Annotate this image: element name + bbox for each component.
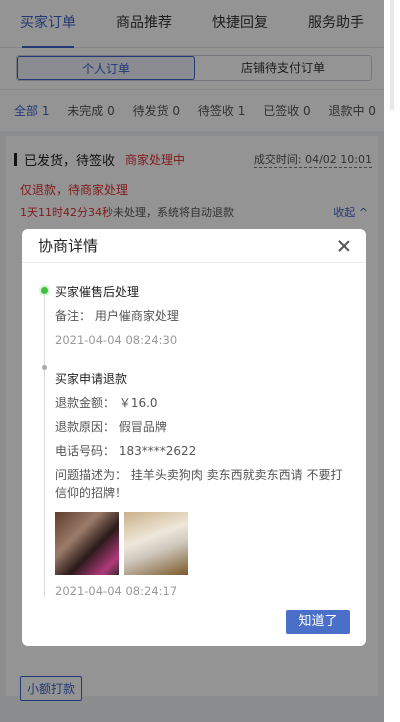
event-time: 2021-04-04 08:24:30: [55, 333, 178, 347]
refund-amount: 退款金额： ￥16.0: [55, 396, 158, 410]
phone-number: 电话号码： 183****2622: [55, 444, 197, 458]
close-icon[interactable]: [336, 238, 352, 254]
evidence-image[interactable]: [55, 512, 119, 575]
refund-reason: 退款原因： 假冒品牌: [55, 420, 167, 434]
timeline-event-refund: 买家申请退款 退款金额： ￥16.0 退款原因： 假冒品牌 电话号码： 183*…: [55, 370, 350, 598]
timeline: 买家催售后处理 备注： 用户催商家处理 2021-04-04 08:24:30 …: [22, 263, 366, 598]
event-title: 买家申请退款: [55, 372, 128, 386]
timeline-event-urge: 买家催售后处理 备注： 用户催商家处理 2021-04-04 08:24:30: [55, 283, 350, 347]
event-time: 2021-04-04 08:24:17: [55, 584, 178, 598]
problem-description: 问题描述为： 挂羊头卖狗肉 卖东西就卖东西请 不要打信仰的招牌！: [55, 468, 343, 500]
negotiation-modal: 协商详情 买家催售后处理 备注： 用户催商家处理 2021-04-04 08:2…: [22, 229, 366, 646]
evidence-image[interactable]: [124, 512, 188, 575]
scrollbar[interactable]: [384, 0, 400, 722]
event-title: 买家催售后处理: [55, 285, 140, 299]
evidence-images: [55, 512, 350, 575]
modal-title: 协商详情: [38, 237, 99, 255]
ok-button[interactable]: 知道了: [286, 610, 350, 634]
scrollbar-thumb[interactable]: [390, 0, 394, 110]
event-note: 备注： 用户催商家处理: [55, 309, 179, 323]
